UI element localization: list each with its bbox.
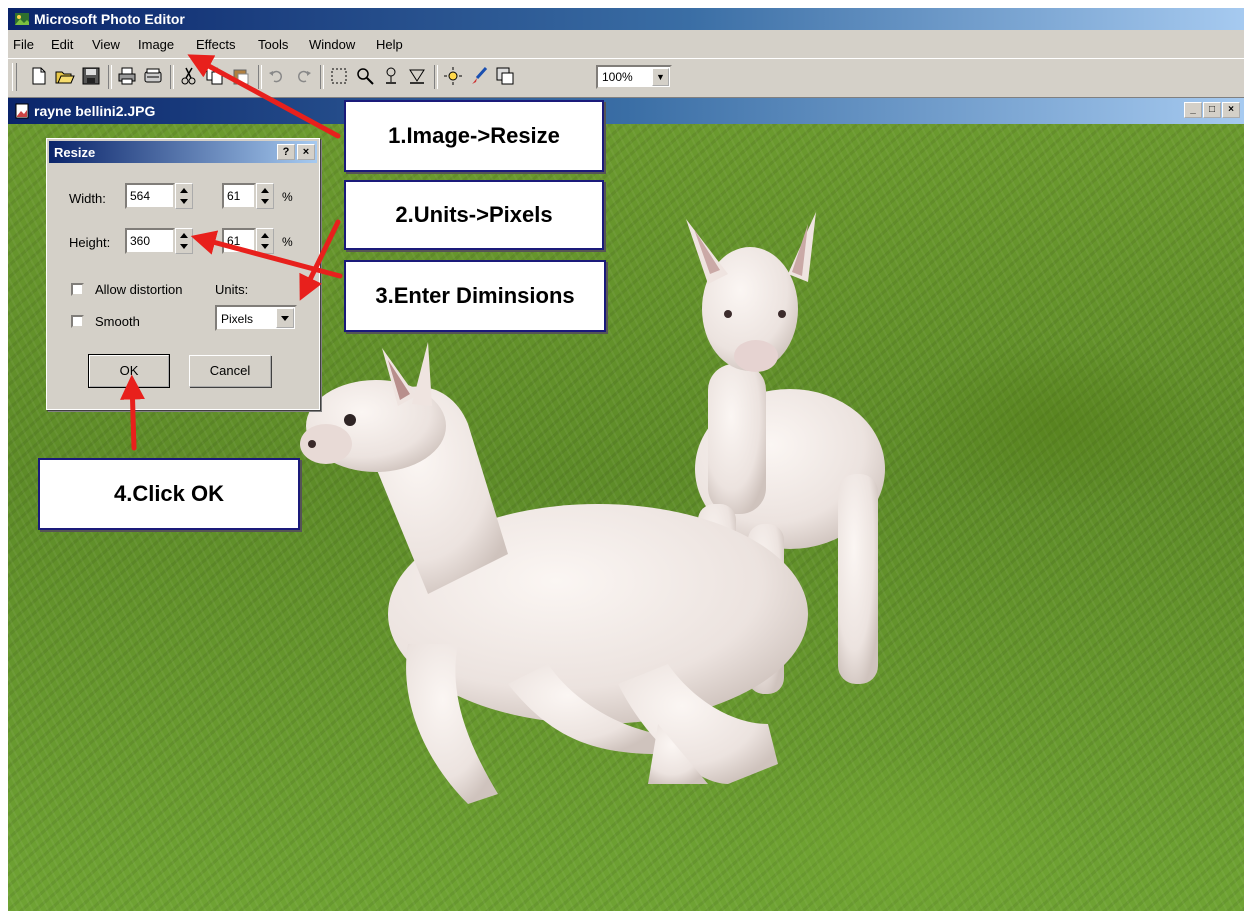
width-input[interactable]: 564 xyxy=(125,183,175,209)
height-value: 360 xyxy=(130,234,151,248)
width-value: 564 xyxy=(130,189,151,203)
zoom-value: 100% xyxy=(602,70,633,84)
chevron-down-icon[interactable] xyxy=(276,308,294,328)
callout-step-4: 4.Click OK xyxy=(38,458,300,530)
toolbar-separator xyxy=(108,65,112,89)
units-value: Pixels xyxy=(221,312,254,326)
callout-step-3: 3.Enter Diminsions xyxy=(344,260,606,332)
toolbar: 100% ▼ xyxy=(8,58,1244,98)
chevron-down-icon[interactable]: ▼ xyxy=(652,68,669,86)
menu-bar: File Edit View Image Effects Tools Windo… xyxy=(8,30,1244,58)
window-buttons: _ □ × xyxy=(1183,102,1240,118)
callout-step-2: 2.Units->Pixels xyxy=(344,180,604,250)
height-percent-input[interactable]: 61 xyxy=(222,228,256,254)
height-percent-value: 61 xyxy=(227,234,241,248)
toolbar-separator xyxy=(258,65,262,89)
menu-help[interactable]: Help xyxy=(376,37,403,52)
toolbar-separator xyxy=(170,65,174,89)
new-icon[interactable] xyxy=(28,65,50,87)
units-select[interactable]: Pixels xyxy=(215,305,297,331)
paintbrush-icon[interactable] xyxy=(468,65,490,87)
height-percent-spinner[interactable] xyxy=(256,228,274,254)
cut-icon[interactable] xyxy=(178,65,200,87)
open-icon[interactable] xyxy=(54,65,76,87)
photo-editor-app-icon xyxy=(15,13,29,25)
minimize-icon[interactable]: _ xyxy=(1184,102,1202,118)
app-title: Microsoft Photo Editor xyxy=(34,11,185,27)
menu-view[interactable]: View xyxy=(92,37,120,52)
zoom-combobox[interactable]: 100% ▼ xyxy=(596,65,672,89)
cancel-button[interactable]: Cancel xyxy=(189,355,271,387)
menu-effects[interactable]: Effects xyxy=(196,37,236,52)
units-label: Units: xyxy=(215,282,249,297)
copy-icon[interactable] xyxy=(204,65,226,87)
resize-dialog: Resize ? × Width: 564 61 % Height: 360 6… xyxy=(46,138,320,410)
callout-step-1: 1.Image->Resize xyxy=(344,100,604,172)
width-percent-input[interactable]: 61 xyxy=(222,183,256,209)
balance-icon[interactable] xyxy=(406,65,428,87)
width-label: Width: xyxy=(69,191,106,206)
app-titlebar: Microsoft Photo Editor xyxy=(8,8,1244,30)
menu-image[interactable]: Image xyxy=(138,37,174,52)
width-percent-spinner[interactable] xyxy=(256,183,274,209)
maximize-icon[interactable]: □ xyxy=(1203,102,1221,118)
smooth-checkbox[interactable] xyxy=(71,315,84,328)
document-titlebar: rayne bellini2.JPG _ □ × xyxy=(8,98,1244,124)
toolbar-separator xyxy=(320,65,324,89)
document-title: rayne bellini2.JPG xyxy=(34,103,156,119)
resize-icon[interactable] xyxy=(494,65,516,87)
select-icon[interactable] xyxy=(328,65,350,87)
image-file-icon xyxy=(15,103,29,119)
height-percent-symbol: % xyxy=(282,235,293,249)
toolbar-separator xyxy=(434,65,438,89)
ok-button[interactable]: OK xyxy=(88,354,170,388)
width-spinner[interactable] xyxy=(175,183,193,209)
smooth-label: Smooth xyxy=(95,314,140,329)
height-spinner[interactable] xyxy=(175,228,193,254)
close-icon[interactable]: × xyxy=(1222,102,1240,118)
brightness-icon[interactable] xyxy=(442,65,464,87)
paste-icon[interactable] xyxy=(230,65,252,87)
scan-icon[interactable] xyxy=(142,65,164,87)
dialog-titlebar: Resize ? × xyxy=(49,141,317,163)
height-label: Height: xyxy=(69,235,111,250)
redo-icon[interactable] xyxy=(292,65,314,87)
width-percent-symbol: % xyxy=(282,190,293,204)
allow-distortion-label: Allow distortion xyxy=(95,282,183,297)
print-icon[interactable] xyxy=(116,65,138,87)
close-icon[interactable]: × xyxy=(297,144,315,160)
menu-window[interactable]: Window xyxy=(309,37,355,52)
width-percent-value: 61 xyxy=(227,189,241,203)
zoom-icon[interactable] xyxy=(354,65,376,87)
menu-edit[interactable]: Edit xyxy=(51,37,73,52)
height-input[interactable]: 360 xyxy=(125,228,175,254)
eyedropper-icon[interactable] xyxy=(380,65,402,87)
help-icon[interactable]: ? xyxy=(277,144,295,160)
toolbar-grip[interactable] xyxy=(12,63,17,91)
save-icon[interactable] xyxy=(80,65,102,87)
menu-file[interactable]: File xyxy=(13,37,34,52)
undo-icon[interactable] xyxy=(266,65,288,87)
dialog-title: Resize xyxy=(54,145,96,160)
allow-distortion-checkbox[interactable] xyxy=(71,283,84,296)
menu-tools[interactable]: Tools xyxy=(258,37,288,52)
